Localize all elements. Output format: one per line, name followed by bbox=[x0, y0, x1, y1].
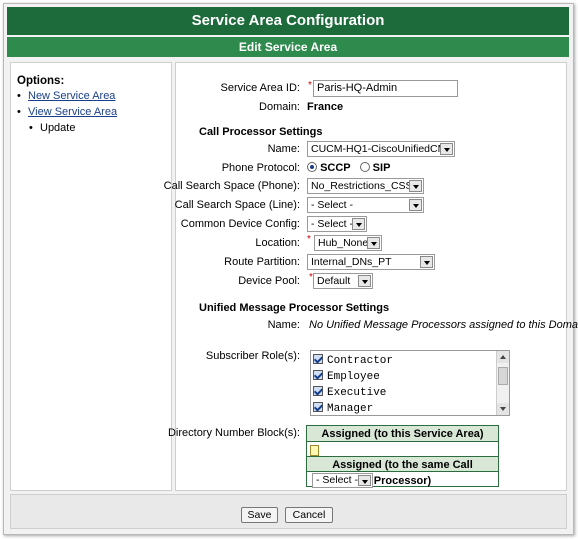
chevron-down-icon bbox=[367, 237, 380, 249]
sidebar-item-update: • Update bbox=[29, 122, 75, 134]
options-title: Options: bbox=[17, 75, 65, 87]
css-line-select[interactable]: - Select - bbox=[307, 197, 424, 213]
call-processor-select[interactable]: CUCM-HQ1-CiscoUnifiedCM bbox=[307, 141, 455, 157]
required-marker: * bbox=[308, 80, 312, 91]
subscriber-roles-listbox[interactable]: Contractor Employee Executive Manager bbox=[310, 350, 510, 416]
checkbox-checked-icon[interactable] bbox=[313, 370, 323, 380]
common-device-config-label: Common Device Config: bbox=[180, 218, 300, 230]
cancel-button[interactable]: Cancel bbox=[285, 507, 333, 523]
device-pool-select[interactable]: Default bbox=[313, 273, 373, 289]
device-pool-label: Device Pool: bbox=[238, 275, 300, 287]
phone-protocol-label: Phone Protocol: bbox=[221, 162, 300, 174]
assigned-call-processor-header: Assigned (to the same Call Processor) bbox=[307, 456, 498, 487]
list-item[interactable]: Employee bbox=[313, 370, 380, 385]
bullet-icon: • bbox=[17, 90, 21, 102]
css-phone-value: No_Restrictions_CSS bbox=[311, 180, 413, 192]
sip-radio[interactable] bbox=[359, 162, 370, 172]
save-button[interactable]: Save bbox=[241, 507, 278, 523]
domain-value: France bbox=[307, 101, 344, 113]
name-label: Name: bbox=[267, 143, 300, 155]
ump-section-title: Unified Message Processor Settings bbox=[199, 302, 390, 314]
route-partition-value: Internal_DNs_PT bbox=[311, 256, 392, 268]
subscriber-roles-label: Subscriber Role(s): bbox=[205, 350, 300, 362]
chevron-down-icon bbox=[440, 143, 453, 155]
page-title: Service Area Configuration bbox=[7, 7, 569, 35]
listbox-scrollbar[interactable] bbox=[496, 351, 509, 415]
dn-blocks-table: Assigned (to this Service Area) Assigned… bbox=[306, 425, 499, 488]
list-item[interactable]: Manager bbox=[313, 402, 374, 415]
dn-block-select-value: - Select - bbox=[316, 474, 359, 486]
dn-blocks-label: Directory Number Block(s): bbox=[167, 427, 300, 439]
css-phone-select[interactable]: No_Restrictions_CSS bbox=[307, 178, 424, 194]
dn-block-select[interactable]: - Select - bbox=[312, 473, 373, 488]
device-pool-value: Default bbox=[317, 275, 351, 287]
scroll-down-icon[interactable] bbox=[497, 403, 509, 415]
chevron-down-icon bbox=[409, 180, 422, 192]
location-value: Hub_None bbox=[318, 237, 369, 249]
sip-label: SIP bbox=[372, 162, 391, 174]
common-device-config-value: - Select - bbox=[311, 218, 354, 230]
chevron-down-icon bbox=[409, 199, 422, 211]
scroll-up-icon[interactable] bbox=[497, 351, 509, 363]
role-label: Executive bbox=[327, 387, 387, 399]
service-area-id-label: Service Area ID: bbox=[220, 82, 300, 94]
ump-name-label: Name: bbox=[267, 319, 300, 331]
page-subtitle: Edit Service Area bbox=[7, 37, 569, 57]
location-select[interactable]: Hub_None bbox=[314, 235, 382, 251]
call-processor-value: CUCM-HQ1-CiscoUnifiedCM bbox=[311, 143, 447, 155]
list-item[interactable]: Contractor bbox=[313, 354, 393, 369]
chevron-down-icon bbox=[358, 475, 371, 486]
note-icon[interactable] bbox=[310, 445, 319, 456]
css-phone-label: Call Search Space (Phone): bbox=[163, 180, 300, 192]
sccp-radio[interactable] bbox=[307, 162, 317, 172]
bullet-icon: • bbox=[29, 122, 33, 134]
role-label: Contractor bbox=[327, 355, 394, 367]
phone-protocol-group: SCCP SIP bbox=[307, 162, 390, 174]
service-area-id-input[interactable]: Paris-HQ-Admin bbox=[313, 80, 458, 97]
call-processor-section-title: Call Processor Settings bbox=[199, 126, 323, 138]
checkbox-checked-icon[interactable] bbox=[313, 354, 323, 364]
checkbox-checked-icon[interactable] bbox=[313, 402, 323, 412]
css-line-label: Call Search Space (Line): bbox=[174, 199, 300, 211]
sccp-label: SCCP bbox=[320, 162, 351, 174]
bullet-icon: • bbox=[17, 106, 21, 118]
checkbox-checked-icon[interactable] bbox=[313, 386, 323, 396]
role-label: Manager bbox=[327, 403, 374, 415]
list-item[interactable]: Executive bbox=[313, 386, 386, 401]
scroll-thumb[interactable] bbox=[498, 367, 508, 385]
css-line-value: - Select - bbox=[311, 199, 354, 211]
chevron-down-icon bbox=[420, 256, 433, 268]
role-label: Employee bbox=[327, 371, 380, 383]
location-label: Location: bbox=[255, 237, 300, 249]
update-label: Update bbox=[40, 122, 76, 134]
assigned-service-area-header: Assigned (to this Service Area) bbox=[307, 426, 498, 442]
required-marker: * bbox=[307, 234, 311, 245]
domain-label: Domain: bbox=[259, 101, 300, 113]
ump-name-value: No Unified Message Processors assigned t… bbox=[309, 319, 578, 331]
common-device-config-select[interactable]: - Select - bbox=[307, 216, 367, 232]
route-partition-label: Route Partition: bbox=[224, 256, 300, 268]
route-partition-select[interactable]: Internal_DNs_PT bbox=[307, 254, 435, 270]
chevron-down-icon bbox=[352, 218, 365, 230]
chevron-down-icon bbox=[358, 275, 371, 287]
